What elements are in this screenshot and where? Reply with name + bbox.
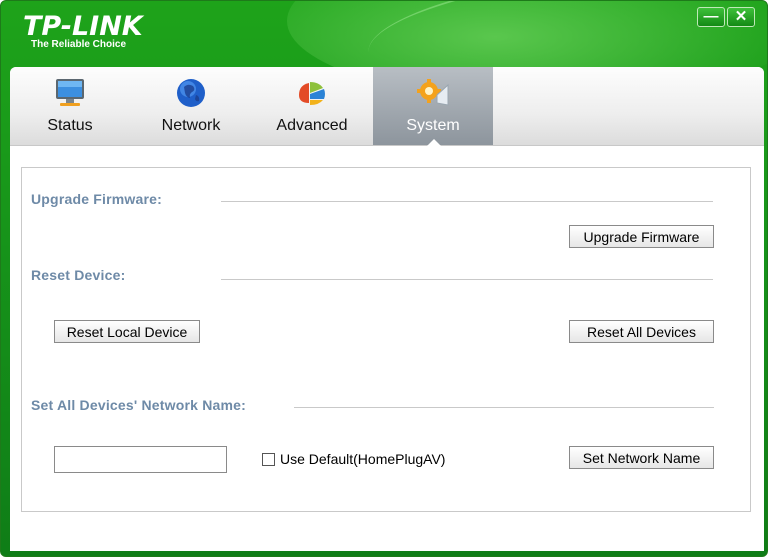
tab-label: System — [406, 117, 460, 134]
tab-advanced[interactable]: Advanced — [252, 67, 372, 145]
tab-bar: Status Network Advanced System — [10, 67, 764, 146]
window-controls: — ✕ — [697, 7, 755, 27]
tab-system[interactable]: System — [373, 67, 493, 146]
use-default-checkbox[interactable] — [262, 453, 275, 466]
monitor-icon — [56, 79, 84, 106]
brand-logo: TP-LINK The Reliable Choice — [23, 11, 143, 51]
tab-status[interactable]: Status — [10, 67, 130, 145]
app-window: TP-LINK The Reliable Choice — ✕ Status N… — [0, 0, 768, 557]
tab-network[interactable]: Network — [131, 67, 251, 145]
active-tab-indicator — [427, 139, 441, 146]
section-title-network-name: Set All Devices' Network Name: — [31, 397, 247, 413]
globe-icon — [177, 79, 205, 107]
section-divider — [294, 407, 714, 408]
set-network-name-button[interactable]: Set Network Name — [569, 446, 714, 469]
network-name-input[interactable] — [54, 446, 227, 473]
main-content: Status Network Advanced System Upgrade F… — [10, 67, 764, 551]
section-title-reset: Reset Device: — [31, 267, 126, 283]
system-panel: Upgrade Firmware: Upgrade Firmware Reset… — [21, 167, 751, 512]
section-divider — [221, 201, 713, 202]
brand-name: TP-LINK — [23, 11, 143, 42]
tab-label: Status — [47, 117, 93, 134]
gear-icon — [417, 79, 449, 106]
section-title-upgrade: Upgrade Firmware: — [31, 191, 162, 207]
upgrade-firmware-button[interactable]: Upgrade Firmware — [569, 225, 714, 248]
close-button[interactable]: ✕ — [727, 7, 755, 27]
tab-label: Advanced — [276, 117, 348, 134]
use-default-label: Use Default(HomePlugAV) — [280, 451, 446, 467]
minimize-button[interactable]: — — [697, 7, 725, 27]
tab-label: Network — [161, 117, 221, 134]
brand-tagline: The Reliable Choice — [31, 39, 127, 50]
reset-all-devices-button[interactable]: Reset All Devices — [569, 320, 714, 343]
reset-local-device-button[interactable]: Reset Local Device — [54, 320, 200, 343]
section-divider — [221, 279, 713, 280]
advanced-icon — [299, 82, 325, 105]
